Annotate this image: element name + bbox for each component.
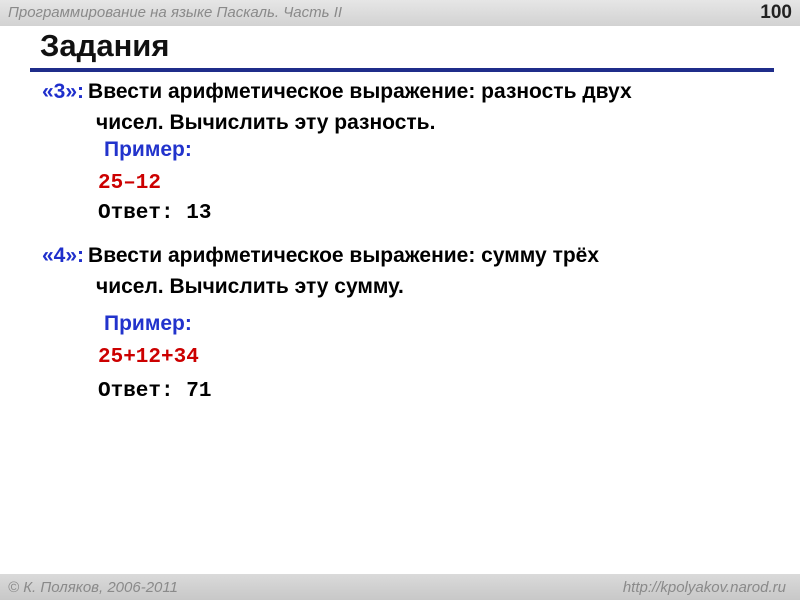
task-3-example-label: Пример: [104,138,192,161]
task-4: «4»: Ввести арифметическое выражение: сум… [42,240,762,302]
task-3-expression: 25–12 [98,172,162,195]
task-3-number: «3»: [42,80,85,103]
site-url[interactable]: http://kpolyakov.narod.ru [623,579,786,596]
task-4-line1: «4»: Ввести арифметическое выражение: сум… [42,240,762,271]
task-3-text-line1: Ввести арифметическое выражение: разност… [88,80,632,103]
task-4-text-line1: Ввести арифметическое выражение: сумму т… [88,244,600,267]
task-3: «3»: Ввести арифметическое выражение: раз… [42,76,762,138]
task-4-answer: Ответ: 71 [98,380,212,403]
course-title: Программирование на языке Паскаль. Часть… [8,4,343,21]
copyright: © К. Поляков, 2006-2011 [8,579,178,596]
task-3-text-line2: чисел. Вычислить эту разность. [96,111,436,134]
task-3-line1: «3»: Ввести арифметическое выражение: раз… [42,76,762,107]
task-4-example-label: Пример: [104,312,192,335]
footer-bar: © К. Поляков, 2006-2011 http://kpolyakov… [0,574,800,600]
page-number: 100 [760,2,792,23]
task-4-text-line2: чисел. Вычислить эту сумму. [96,275,404,298]
task-3-answer: Ответ: 13 [98,202,212,225]
task-4-number: «4»: [42,244,85,267]
title-divider [30,68,774,72]
task-4-expression: 25+12+34 [98,346,199,369]
slide-title: Задания [40,28,170,63]
header-bar: Программирование на языке Паскаль. Часть… [0,0,800,26]
